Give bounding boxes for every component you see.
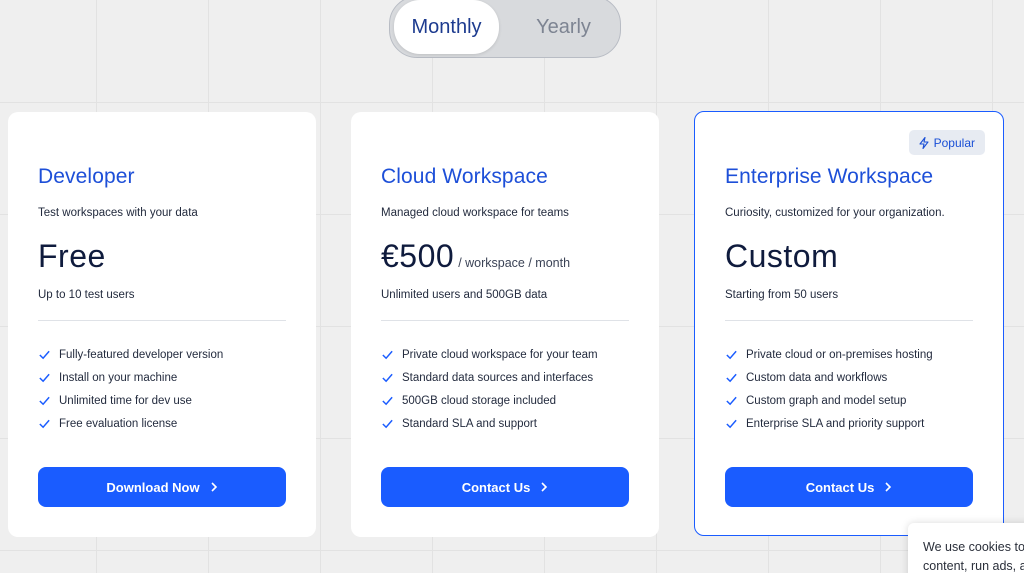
billing-toggle: Monthly Yearly <box>389 0 621 58</box>
divider <box>381 320 629 321</box>
feature-label: Standard data sources and interfaces <box>402 371 594 384</box>
feature-item: 500GB cloud storage included <box>381 389 598 412</box>
badge-label: Popular <box>933 135 975 150</box>
plan-subtitle: Test workspaces with your data <box>38 207 198 219</box>
contact-us-button[interactable]: Contact Us <box>725 467 973 507</box>
feature-item: Standard SLA and support <box>381 412 598 435</box>
feature-label: Custom graph and model setup <box>746 394 907 407</box>
check-icon <box>382 350 393 360</box>
feature-item: Unlimited time for dev use <box>38 389 223 412</box>
chevron-right-icon <box>541 482 548 492</box>
check-icon <box>726 396 737 406</box>
feature-label: Enterprise SLA and priority support <box>746 417 925 430</box>
price-row: Free <box>38 238 106 275</box>
cookie-banner: We use cookies to content, run ads, a <box>908 523 1024 573</box>
check-icon <box>39 373 50 383</box>
price-row: €500 / workspace / month <box>381 238 570 275</box>
feature-item: Standard data sources and interfaces <box>381 366 598 389</box>
feature-item: Enterprise SLA and priority support <box>725 412 933 435</box>
feature-label: Standard SLA and support <box>402 417 537 430</box>
check-icon <box>726 373 737 383</box>
button-label: Contact Us <box>461 479 531 495</box>
feature-item: Private cloud or on-premises hosting <box>725 343 933 366</box>
plan-card-enterprise: Popular Enterprise Workspace Curiosity, … <box>694 111 1004 536</box>
check-icon <box>382 419 393 429</box>
plan-title: Developer <box>38 165 135 188</box>
plan-price: Free <box>38 238 106 274</box>
popular-badge: Popular <box>908 130 985 155</box>
feature-label: Install on your machine <box>59 371 178 384</box>
toggle-yearly[interactable]: Yearly <box>511 0 616 54</box>
cookie-text-line: content, run ads, a <box>923 559 1024 573</box>
check-icon <box>382 373 393 383</box>
feature-item: Free evaluation license <box>38 412 223 435</box>
price-unit: / workspace / month <box>458 256 571 270</box>
divider <box>725 320 973 321</box>
plan-card-developer: Developer Test workspaces with your data… <box>8 112 316 537</box>
check-icon <box>726 350 737 360</box>
check-icon <box>39 350 50 360</box>
check-icon <box>382 396 393 406</box>
plan-title: Cloud Workspace <box>381 165 548 188</box>
feature-item: Custom data and workflows <box>725 366 933 389</box>
feature-label: Custom data and workflows <box>746 371 888 384</box>
divider <box>38 320 286 321</box>
feature-item: Private cloud workspace for your team <box>381 343 598 366</box>
price-row: Custom <box>725 238 838 275</box>
toggle-monthly[interactable]: Monthly <box>394 0 499 54</box>
lightning-icon <box>919 136 929 149</box>
check-icon <box>39 396 50 406</box>
check-icon <box>726 419 737 429</box>
feature-label: Unlimited time for dev use <box>59 394 192 407</box>
chevron-right-icon <box>211 482 217 492</box>
plan-title: Enterprise Workspace <box>725 165 934 188</box>
feature-item: Fully-featured developer version <box>38 343 223 366</box>
feature-list: Fully-featured developer version Install… <box>38 343 223 435</box>
feature-label: Fully-featured developer version <box>59 348 224 361</box>
feature-list: Private cloud or on-premises hosting Cus… <box>725 343 933 435</box>
price-note: Starting from 50 users <box>725 289 839 301</box>
cookie-text-line: We use cookies to <box>923 540 1024 554</box>
button-label: Download Now <box>106 479 200 495</box>
plan-subtitle: Curiosity, customized for your organizat… <box>725 207 945 219</box>
price-note: Up to 10 test users <box>38 289 135 301</box>
feature-label: Private cloud workspace for your team <box>402 348 598 361</box>
plan-subtitle: Managed cloud workspace for teams <box>381 207 569 219</box>
feature-item: Install on your machine <box>38 366 223 389</box>
feature-item: Custom graph and model setup <box>725 389 933 412</box>
feature-list: Private cloud workspace for your team St… <box>381 343 598 435</box>
chevron-right-icon <box>885 482 892 492</box>
download-now-button[interactable]: Download Now <box>38 467 286 507</box>
feature-label: Free evaluation license <box>59 417 178 430</box>
plan-price: €500 <box>381 238 455 274</box>
plan-card-cloud: Cloud Workspace Managed cloud workspace … <box>351 112 659 537</box>
contact-us-button[interactable]: Contact Us <box>381 467 629 507</box>
price-note: Unlimited users and 500GB data <box>381 289 548 301</box>
check-icon <box>39 419 50 429</box>
feature-label: 500GB cloud storage included <box>402 394 557 407</box>
plan-price: Custom <box>725 238 839 274</box>
button-label: Contact Us <box>805 479 875 495</box>
feature-label: Private cloud or on-premises hosting <box>746 348 933 361</box>
